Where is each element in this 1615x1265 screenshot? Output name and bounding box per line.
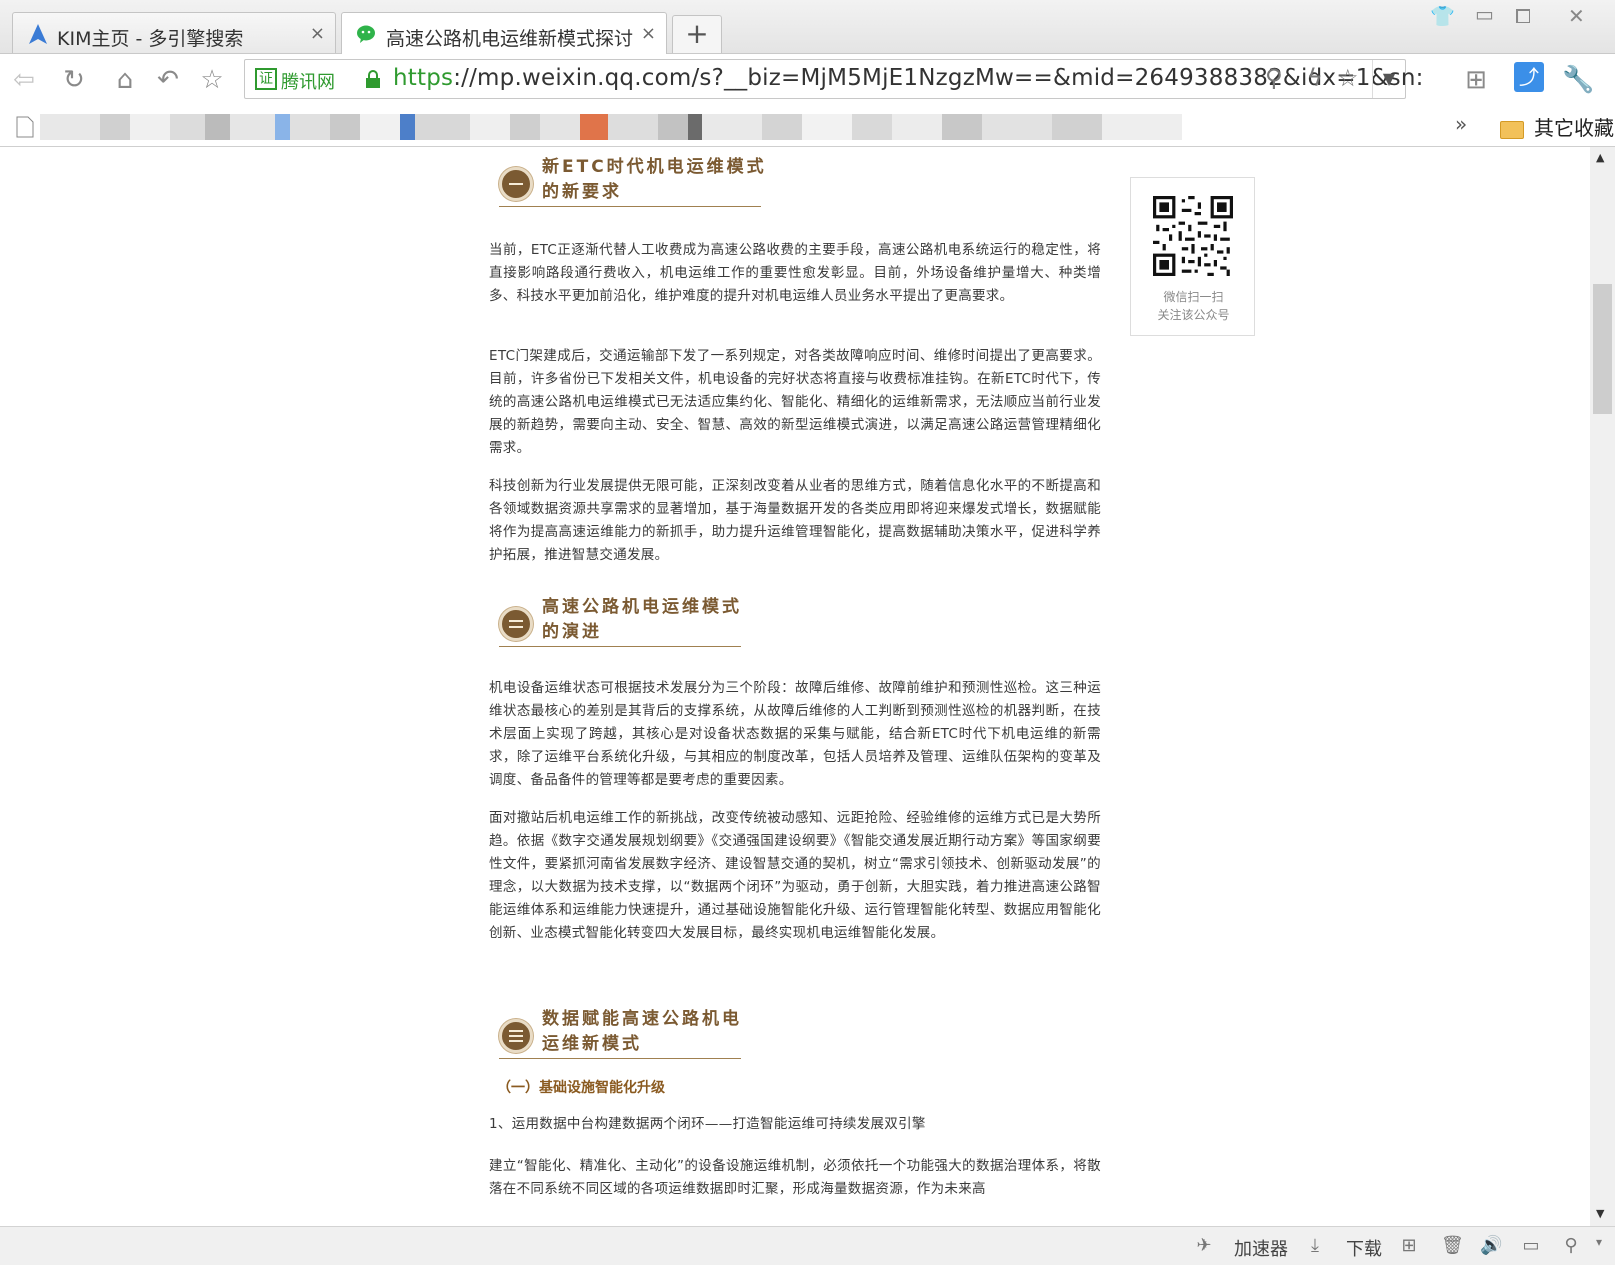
- page-content: 新ETC时代机电运维模式 的新要求 当前，ETC正逐渐代替人工收费成为高速公路收费…: [0, 147, 1590, 1226]
- paragraph: 面对撤站后机电运维工作的新挑战，改变传统被动感知、远距抢险、经验维修的运维方式已…: [489, 810, 1101, 941]
- certificate-badge[interactable]: 证腾讯网: [255, 68, 335, 93]
- cert-icon: 证: [255, 68, 277, 90]
- home-icon[interactable]: ⌂: [109, 64, 141, 96]
- monitor-icon[interactable]: ▭: [1520, 1235, 1542, 1256]
- tab-article[interactable]: 高速公路机电运维新模式探讨 ×: [341, 12, 667, 54]
- rocket-icon[interactable]: ✈: [1193, 1235, 1215, 1256]
- chevron-down-icon[interactable]: ▾: [1588, 1235, 1610, 1255]
- search-icon[interactable]: ⚲: [1265, 64, 1283, 92]
- minimize-icon[interactable]: ▭: [1475, 2, 1494, 26]
- trash-icon[interactable]: 🗑: [1441, 1235, 1464, 1256]
- subheading: （一）基础设施智能化升级: [497, 1080, 665, 1096]
- close-icon[interactable]: ×: [641, 23, 656, 44]
- tab-label: KIM主页 - 多引擎搜索: [57, 28, 244, 50]
- scroll-down-icon[interactable]: ▼: [1596, 1207, 1604, 1220]
- scroll-up-icon[interactable]: ▲: [1596, 151, 1604, 164]
- wrench-icon[interactable]: 🔧: [1562, 64, 1594, 96]
- scrollbar-thumb[interactable]: [1593, 284, 1612, 414]
- lightning-icon[interactable]: ϟ: [1307, 64, 1323, 92]
- wechat-icon: [357, 25, 375, 43]
- close-icon[interactable]: ×: [310, 23, 325, 44]
- paragraph: 当前，ETC正逐渐代替人工收费成为高速公路收费的主要手段，高速公路机电系统运行的…: [489, 242, 1101, 304]
- cert-label: 腾讯网: [281, 72, 335, 93]
- section-underline: [499, 206, 761, 207]
- accelerator-button[interactable]: 加速器: [1234, 1235, 1288, 1261]
- section-number-icon: [499, 1019, 533, 1053]
- favorite-star-icon[interactable]: ☆: [196, 64, 228, 96]
- close-window-icon[interactable]: ✕: [1568, 4, 1585, 28]
- qr-code-panel: 微信扫一扫 关注该公众号: [1130, 177, 1255, 336]
- zoom-icon[interactable]: ⚲: [1560, 1235, 1582, 1256]
- nav-toolbar: ⇦ ↻ ⌂ ↶ ☆ 证腾讯网 https://mp.weixin.qq.com/…: [0, 54, 1615, 106]
- section-title: 新ETC时代机电运维模式 的新要求: [542, 157, 767, 202]
- tab-label: 高速公路机电运维新模式探讨: [386, 28, 634, 50]
- undo-close-icon[interactable]: ↶: [152, 64, 184, 96]
- qr-caption: 微信扫一扫 关注该公众号: [1157, 290, 1230, 322]
- section-heading-1: 新ETC时代机电运维模式 的新要求: [489, 155, 789, 225]
- page-icon: [16, 116, 34, 138]
- maximize-icon[interactable]: ⧠: [1515, 4, 1531, 28]
- paragraph: 机电设备运维状态可根据技术发展分为三个阶段：故障后维修、故障前维护和预测性巡检。…: [489, 680, 1101, 788]
- tab-kim-home[interactable]: KIM主页 - 多引擎搜索 ×: [12, 12, 336, 53]
- bookmarks-blurred[interactable]: [40, 114, 1260, 140]
- folder-icon: [1500, 120, 1524, 139]
- status-bar: ✈ 加速器 ⤓ 下载 ⊞ 🗑 🔊 ▭ ⚲ ▾: [0, 1226, 1615, 1265]
- speaker-icon[interactable]: 🔊: [1480, 1235, 1502, 1256]
- section-underline: [499, 1058, 741, 1059]
- kim-logo-icon: [29, 24, 47, 44]
- section-title: 数据赋能高速公路机电 运维新模式: [542, 1009, 742, 1054]
- apps-grid-icon[interactable]: ⊞: [1460, 64, 1492, 96]
- address-bar[interactable]: 证腾讯网 https://mp.weixin.qq.com/s?__biz=Mj…: [244, 59, 1423, 99]
- chevron-down-icon[interactable]: ▼: [1372, 60, 1405, 98]
- refresh-icon[interactable]: ↻: [58, 64, 90, 96]
- chart-icon[interactable]: ⤴: [1514, 62, 1544, 92]
- bookmark-star-icon[interactable]: ☆: [1337, 64, 1359, 92]
- qr-code-icon: [1153, 196, 1233, 276]
- download-button[interactable]: 下载: [1346, 1235, 1382, 1261]
- bookmarks-bar: » 其它收藏: [0, 106, 1615, 147]
- back-arrow-icon[interactable]: ⇦: [8, 64, 40, 96]
- add-box-icon[interactable]: ⊞: [1398, 1235, 1420, 1256]
- section-heading-3: 数据赋能高速公路机电 运维新模式: [489, 1007, 789, 1077]
- other-bookmarks-folder[interactable]: 其它收藏: [1500, 112, 1614, 141]
- new-tab-button[interactable]: +: [672, 15, 722, 53]
- bookmarks-more-button[interactable]: »: [1455, 112, 1467, 136]
- vertical-scrollbar[interactable]: ▲ ▼: [1590, 147, 1615, 1226]
- section-number-icon: [499, 167, 533, 201]
- paragraph: 1、运用数据中台构建数据两个闭环——打造智能运维可持续发展双引擎: [489, 1116, 926, 1132]
- section-underline: [499, 646, 741, 647]
- section-heading-2: 高速公路机电运维模式 的演进: [489, 595, 789, 665]
- tab-bar: KIM主页 - 多引擎搜索 × 高速公路机电运维新模式探讨 × + 👕 ▭ ⧠ …: [0, 0, 1615, 54]
- lock-icon: [366, 70, 380, 88]
- section-number-icon: [499, 607, 533, 641]
- download-icon[interactable]: ⤓: [1304, 1235, 1326, 1256]
- section-title: 高速公路机电运维模式 的演进: [542, 597, 742, 642]
- paragraph: 建立“智能化、精准化、主动化”的设备设施运维机制，必须依托一个功能强大的数据治理…: [489, 1158, 1101, 1197]
- skin-shirt-icon[interactable]: 👕: [1430, 4, 1455, 28]
- paragraph: ETC门架建成后，交通运输部下发了一系列规定，对各类故障响应时间、维修时间提出了…: [489, 348, 1101, 456]
- paragraph: 科技创新为行业发展提供无限可能，正深刻改变着从业者的思维方式，随着信息化水平的不…: [489, 478, 1101, 563]
